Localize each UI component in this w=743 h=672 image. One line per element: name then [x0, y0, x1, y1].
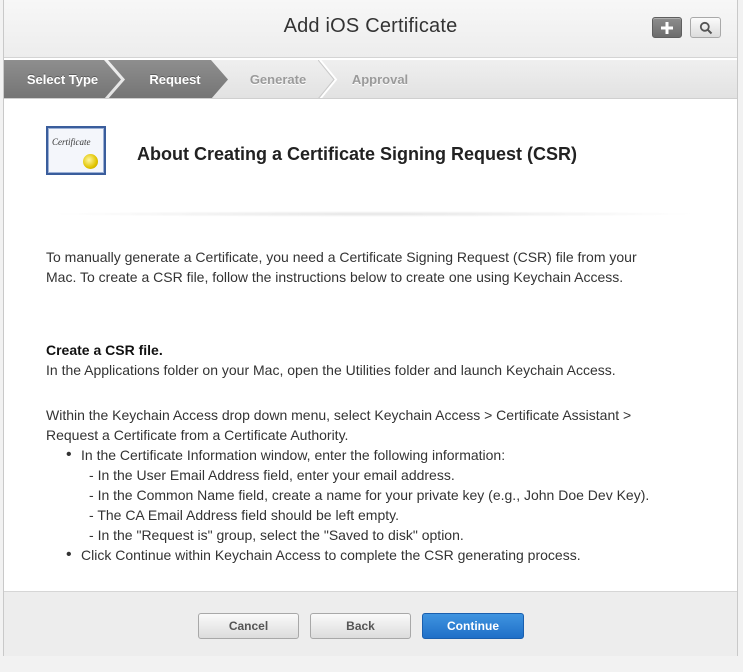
step-request: Request — [108, 60, 228, 98]
bullet-text: Click Continue within Keychain Access to… — [81, 547, 581, 563]
seal-icon — [83, 154, 98, 169]
list-item: In the User Email Address field, enter y… — [89, 465, 716, 485]
intro-line-2: Mac. To create a CSR file, follow the in… — [46, 269, 624, 285]
sub-bullet-text: In the Common Name field, create a name … — [97, 487, 650, 503]
bullet-text: In the Certificate Information window, e… — [81, 447, 506, 463]
search-button[interactable] — [690, 17, 721, 38]
sub-bullet-text: The CA Email Address field should be lef… — [97, 507, 399, 523]
step-generate: Generate — [230, 60, 326, 98]
divider — [46, 211, 701, 217]
plus-icon — [661, 21, 673, 34]
continue-button[interactable]: Continue — [422, 613, 524, 639]
footer-bar: Cancel Back Continue — [4, 591, 737, 656]
intro-line-1: To manually generate a Certificate, you … — [46, 249, 637, 265]
back-button[interactable]: Back — [310, 613, 411, 639]
list-item: The CA Email Address field should be lef… — [89, 505, 716, 525]
page-title: About Creating a Certificate Signing Req… — [137, 144, 578, 164]
step-label: Approval — [351, 72, 409, 87]
certificate-image-text: Certificate — [52, 137, 91, 147]
list-item: In the "Request is" group, select the "S… — [89, 525, 716, 545]
menu-text-2: Request a Certificate from a Certificate… — [46, 427, 349, 443]
certificate-icon: Certificate — [46, 126, 106, 175]
instruction-list: In the Certificate Information window, e… — [46, 445, 716, 565]
step-label: Request — [149, 72, 201, 87]
certificate-panel: Add iOS Certificate Select Type Request … — [3, 0, 738, 656]
window-title: Add iOS Certificate — [283, 15, 458, 37]
add-button[interactable] — [652, 17, 682, 38]
section-text: In the Applications folder on your Mac, … — [46, 362, 616, 378]
progress-steps: Select Type Request Generate Approval — [4, 60, 737, 99]
list-item: Click Continue within Keychain Access to… — [66, 545, 716, 565]
menu-text-1: Within the Keychain Access drop down men… — [46, 407, 632, 423]
step-label: Select Type — [26, 72, 99, 87]
list-item: In the Certificate Information window, e… — [66, 445, 716, 545]
sub-bullet-text: In the "Request is" group, select the "S… — [97, 527, 464, 543]
section-title: Create a CSR file. — [46, 342, 163, 358]
sub-bullet-text: In the User Email Address field, enter y… — [97, 467, 455, 483]
search-icon — [699, 21, 712, 34]
section-header: Certificate About Creating a Certificate… — [46, 126, 686, 176]
step-label: Generate — [249, 72, 307, 87]
sub-list: In the User Email Address field, enter y… — [81, 465, 716, 545]
step-select-type: Select Type — [4, 60, 121, 98]
instructions: To manually generate a Certificate, you … — [46, 247, 716, 565]
title-bar: Add iOS Certificate — [4, 0, 737, 58]
list-item: In the Common Name field, create a name … — [89, 485, 716, 505]
cancel-button[interactable]: Cancel — [198, 613, 299, 639]
step-approval: Approval — [330, 60, 430, 98]
